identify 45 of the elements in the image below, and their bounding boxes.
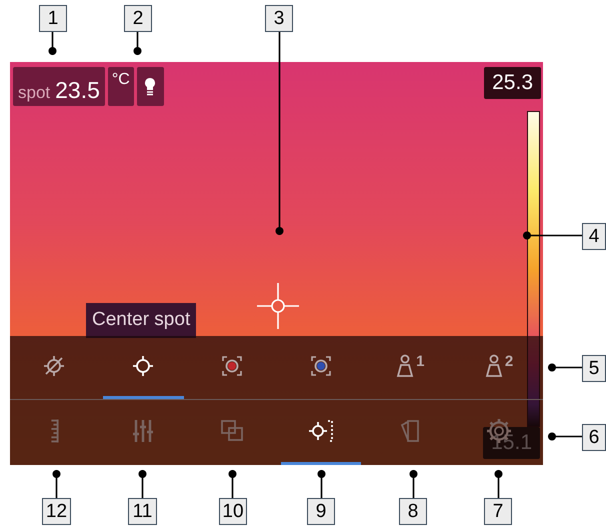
measurement-tool-button[interactable]: 2 [458,336,539,399]
callout-number: 1 [39,5,67,32]
sliders-icon [131,418,156,444]
unit-button[interactable]: °C [108,67,134,106]
leader-line [523,231,582,240]
person-icon [395,354,416,378]
leader-line [317,470,326,498]
light-bulb-icon [144,76,156,96]
callout-number: 10 [219,498,247,525]
leader-line [494,470,503,498]
overlapping-squares-icon [220,418,244,444]
callout-number: 12 [42,498,71,525]
leader-line [133,32,142,55]
spot-value: 23.5 [55,76,100,105]
callout-number: 6 [582,424,606,451]
crosshair-bracket-icon [308,418,334,444]
lamp-button[interactable] [136,67,164,106]
scale-max: 25.3 [484,67,541,99]
preset-number: 1 [416,354,424,369]
leader-line [548,432,582,441]
leader-line [548,363,582,372]
callout-number: 2 [124,5,152,32]
callout-number: 9 [307,498,335,525]
callout-number: 4 [582,223,606,250]
callout-number: 3 [265,5,293,32]
preset-number: 2 [504,354,514,369]
leader-line [48,32,57,55]
cold-spot-icon [308,354,333,378]
person-icon [484,354,504,378]
leader-line [228,470,237,498]
crosshair-icon [131,354,156,378]
ruler-icon [50,419,59,443]
callout-number: 7 [484,498,512,525]
tooltip: Center spot [86,303,196,338]
callout-number: 11 [128,498,157,525]
spot-label: spot [18,82,50,104]
callout-number: 5 [582,355,606,382]
leader-line [52,470,61,498]
leader-line [138,470,147,498]
callout-number: 8 [399,498,427,525]
crosshair-off-icon [42,354,66,378]
measurement-tool-button[interactable]: 1 [369,336,450,399]
crosshair-icon [257,283,299,329]
hot-spot-icon [220,354,244,378]
leader-line [409,470,418,498]
